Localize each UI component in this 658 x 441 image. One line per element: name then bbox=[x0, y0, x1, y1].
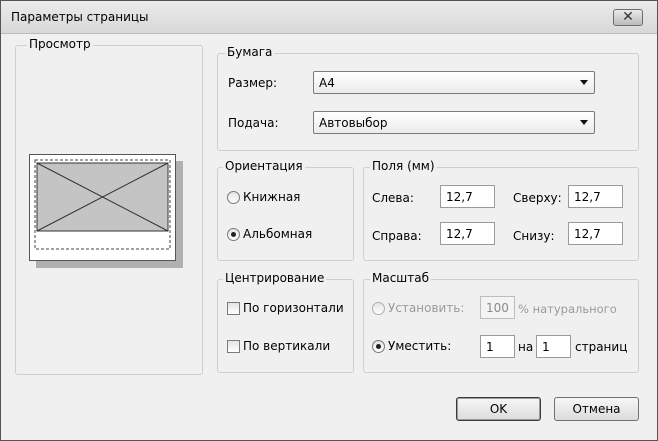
scale-group bbox=[363, 279, 639, 373]
margin-left-field[interactable] bbox=[440, 185, 495, 208]
paper-size-label: Размер: bbox=[228, 76, 278, 90]
center-vertical-label[interactable]: По вертикали bbox=[243, 339, 330, 353]
center-horizontal-checkbox[interactable] bbox=[227, 302, 240, 315]
orientation-group bbox=[217, 167, 354, 261]
scale-fit-radio[interactable] bbox=[372, 340, 385, 353]
paper-group bbox=[217, 53, 639, 151]
fit-pages-wide-field[interactable] bbox=[480, 335, 515, 358]
paper-source-value: Автовыбор bbox=[319, 116, 388, 130]
chevron-down-icon bbox=[580, 80, 588, 85]
landscape-radio[interactable] bbox=[227, 228, 240, 241]
margin-left-input[interactable] bbox=[441, 186, 494, 207]
scale-percent-field[interactable] bbox=[480, 296, 515, 319]
margins-group-label: Поля (мм) bbox=[370, 159, 437, 173]
page-setup-dialog: Параметры страницы ✕ Просмотр Бумага Раз… bbox=[0, 0, 658, 441]
portrait-radio[interactable] bbox=[227, 191, 240, 204]
centering-group-label: Центрирование bbox=[223, 271, 327, 285]
fit-pages-label: страниц bbox=[575, 340, 628, 354]
ok-button[interactable]: OK bbox=[456, 397, 541, 421]
scale-fit-label[interactable]: Уместить: bbox=[388, 339, 451, 353]
cancel-button[interactable]: Отмена bbox=[554, 397, 639, 421]
fit-pages-wide-input[interactable] bbox=[481, 336, 514, 357]
scale-set-label[interactable]: Установить: bbox=[388, 301, 464, 315]
margin-right-label: Справа: bbox=[372, 229, 422, 243]
window-title: Параметры страницы bbox=[11, 10, 149, 24]
paper-source-select[interactable]: Автовыбор bbox=[313, 111, 595, 134]
margin-right-field[interactable] bbox=[440, 222, 495, 245]
margin-left-label: Слева: bbox=[372, 191, 414, 205]
center-vertical-checkbox[interactable] bbox=[227, 340, 240, 353]
scale-percent-label: % натурального bbox=[518, 302, 617, 316]
scale-percent-input[interactable] bbox=[481, 297, 514, 318]
portrait-label[interactable]: Книжная bbox=[243, 190, 300, 204]
margin-top-label: Сверху: bbox=[513, 191, 562, 205]
close-icon: ✕ bbox=[622, 9, 634, 25]
margin-bottom-field[interactable] bbox=[568, 222, 623, 245]
paper-group-label: Бумага bbox=[225, 45, 275, 59]
paper-source-label: Подача: bbox=[228, 116, 279, 130]
margin-bottom-input[interactable] bbox=[569, 223, 622, 244]
scale-group-label: Масштаб bbox=[370, 271, 432, 285]
landscape-label[interactable]: Альбомная bbox=[243, 227, 312, 241]
orientation-group-label: Ориентация bbox=[223, 159, 305, 173]
scale-set-radio[interactable] bbox=[372, 302, 385, 315]
page-preview bbox=[29, 154, 176, 261]
centering-group bbox=[217, 279, 354, 373]
center-horizontal-label[interactable]: По горизонтали bbox=[243, 301, 344, 315]
paper-size-select[interactable]: A4 bbox=[313, 71, 595, 94]
fit-pages-tall-input[interactable] bbox=[537, 336, 570, 357]
close-button[interactable]: ✕ bbox=[613, 9, 643, 26]
fit-pages-tall-field[interactable] bbox=[536, 335, 571, 358]
paper-size-value: A4 bbox=[319, 76, 335, 90]
fit-on-label: на bbox=[518, 340, 534, 354]
title-bar: Параметры страницы ✕ bbox=[1, 1, 657, 34]
preview-group-label: Просмотр bbox=[27, 37, 93, 51]
margin-top-input[interactable] bbox=[569, 186, 622, 207]
chevron-down-icon bbox=[580, 120, 588, 125]
margins-group bbox=[363, 167, 639, 261]
margin-right-input[interactable] bbox=[441, 223, 494, 244]
margin-top-field[interactable] bbox=[568, 185, 623, 208]
margin-bottom-label: Снизу: bbox=[513, 229, 555, 243]
page-preview-drawing bbox=[34, 159, 171, 250]
